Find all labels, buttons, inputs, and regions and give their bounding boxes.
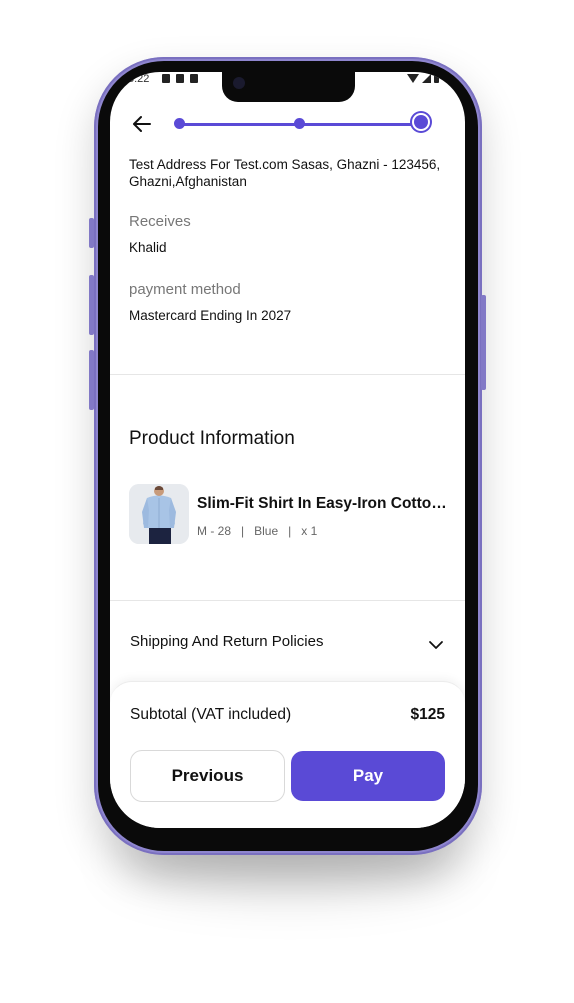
subtotal-label: Subtotal (VAT included) [130, 706, 292, 723]
wifi-icon [407, 74, 419, 83]
pay-button[interactable]: Pay [291, 751, 445, 801]
section-divider [110, 600, 465, 601]
product-attributes: M - 28 | Blue | x 1 [197, 524, 317, 538]
sim-icon [176, 74, 184, 83]
product-name[interactable]: Slim-Fit Shirt In Easy-Iron Cotton ... [197, 495, 447, 513]
attribute-separator: | [241, 524, 245, 538]
power-button [481, 295, 486, 390]
chevron-down-icon[interactable] [428, 637, 444, 653]
product-color: Blue [254, 524, 279, 538]
subtotal-amount: $125 [410, 706, 445, 723]
section-divider [110, 374, 465, 375]
camera-notch [222, 72, 355, 102]
product-section-title: Product Information [129, 428, 295, 449]
status-notification-icons [162, 74, 198, 83]
receiver-name: Khalid [129, 240, 167, 255]
payment-method-value: Mastercard Ending In 2027 [129, 308, 292, 323]
attribute-separator: | [288, 524, 292, 538]
step-2-dot [294, 118, 305, 129]
signal-icon [422, 74, 431, 83]
status-system-icons [407, 74, 439, 83]
step-1-dot [174, 118, 185, 129]
volume-up-button [89, 275, 94, 335]
checkout-stepper [174, 115, 436, 132]
checkout-summary-sheet: Subtotal (VAT included) $125 Previous Pa… [110, 681, 465, 828]
delivery-address: Test Address For Test.com Sasas, Ghazni … [129, 157, 441, 189]
volume-down-button [89, 350, 94, 410]
payment-method-label: payment method [129, 281, 241, 298]
app-screen: 5:22 Test Address For Test.com Sasas, Gh… [110, 72, 465, 828]
shirt-product-image [129, 484, 189, 544]
shipping-return-policies-row[interactable]: Shipping And Return Policies [130, 633, 323, 650]
receiver-label: Receives [129, 213, 191, 230]
previous-button[interactable]: Previous [130, 750, 285, 802]
battery-icon [434, 74, 439, 83]
product-photo [129, 484, 189, 544]
front-camera [233, 77, 245, 89]
step-3-dot-active [414, 115, 428, 129]
arrow-left-icon[interactable] [130, 112, 154, 136]
shield-icon [162, 74, 170, 83]
mute-switch [89, 218, 94, 248]
text-icon [190, 74, 198, 83]
product-quantity: x 1 [301, 524, 318, 538]
product-size: M - 28 [197, 524, 232, 538]
status-time: 5:22 [128, 73, 150, 85]
